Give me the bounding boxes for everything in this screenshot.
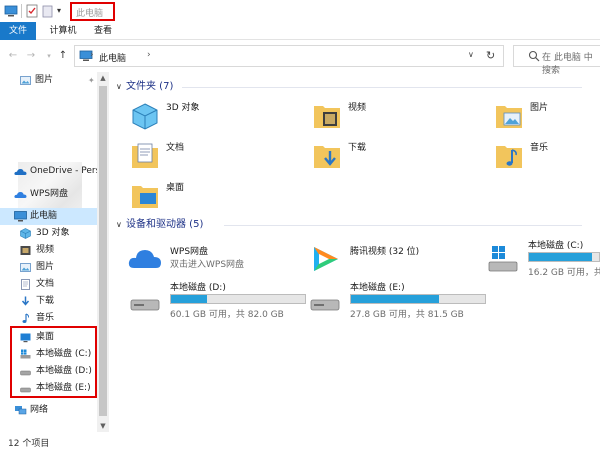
videos-icon xyxy=(20,246,31,255)
tab-computer[interactable]: 计算机 xyxy=(42,22,84,40)
wps-cloud-icon xyxy=(128,250,161,268)
folders-group-header[interactable]: ∨ 文件夹 (7) xyxy=(116,80,173,94)
nav-item-downloads[interactable]: 下载 xyxy=(0,293,97,310)
nav-scrollbar[interactable]: ▲ ▼ xyxy=(97,72,109,432)
drive-e-usage-fill xyxy=(351,295,440,303)
nav-item-wps-cloud[interactable]: WPS网盘 xyxy=(0,186,97,203)
divider xyxy=(182,87,582,88)
scroll-up-icon[interactable]: ▲ xyxy=(97,72,109,84)
pin-icon[interactable]: ✦ xyxy=(88,72,95,89)
drive-d-usage-bar xyxy=(170,294,306,304)
downloads-icon xyxy=(21,296,30,306)
tencent-video-icon xyxy=(314,247,338,271)
back-arrow-icon[interactable]: ← xyxy=(6,49,20,63)
folder-pictures[interactable]: 图片 xyxy=(488,98,600,134)
new-folder-icon[interactable] xyxy=(42,4,53,18)
nav-item-this-pc[interactable]: 此电脑 xyxy=(0,208,97,225)
this-pc-icon xyxy=(14,211,27,222)
drive-c-usage-bar xyxy=(528,252,600,262)
drive-d-usage-fill xyxy=(171,295,208,303)
computer-icon[interactable] xyxy=(4,4,18,18)
nav-item-documents[interactable]: 文档 xyxy=(0,276,97,293)
drive-icon xyxy=(130,299,160,311)
network-icon xyxy=(15,406,27,415)
nav-item-videos[interactable]: 视频 xyxy=(0,242,97,259)
tab-view[interactable]: 查看 xyxy=(88,22,118,40)
window-title: 此电脑 xyxy=(76,9,104,19)
device-drive-c[interactable]: 本地磁盘 (C:) 16.2 GB 可用，共 5 xyxy=(480,238,600,282)
3d-objects-icon xyxy=(132,103,158,130)
device-tencent-video[interactable]: 腾讯视频 (32 位) xyxy=(302,238,482,282)
videos-icon xyxy=(314,106,340,128)
nav-highlight-box xyxy=(10,326,97,398)
breadcrumb[interactable]: 此电脑 xyxy=(99,51,126,64)
title-bar: ▾ 此电脑 xyxy=(0,0,600,22)
devices-group-header[interactable]: ∨ 设备和驱动器 (5) xyxy=(116,218,203,232)
search-icon xyxy=(528,50,540,62)
documents-icon xyxy=(132,143,158,168)
collapse-chevron-icon[interactable]: ∨ xyxy=(116,218,126,232)
refresh-icon[interactable]: ↻ xyxy=(486,49,495,62)
pictures-icon xyxy=(20,76,31,85)
nav-item-3d-objects[interactable]: 3D 对象 xyxy=(0,225,97,242)
folder-downloads[interactable]: 下载 xyxy=(306,138,476,174)
folder-videos[interactable]: 视频 xyxy=(306,98,476,134)
folder-music[interactable]: 音乐 xyxy=(488,138,600,174)
breadcrumb-chevron-icon[interactable]: › xyxy=(147,50,151,60)
content-pane: ∨ 文件夹 (7) 3D 对象 视频 图片 文档 下载 音乐 桌面 ∨ 设备和驱动器… xyxy=(112,72,600,432)
device-drive-e[interactable]: 本地磁盘 (E:) 27.8 GB 可用，共 81.5 GB xyxy=(302,280,486,324)
address-bar[interactable]: › 此电脑 › ∨ ↻ xyxy=(74,45,504,67)
collapse-chevron-icon[interactable]: ∨ xyxy=(116,80,126,94)
nav-item-onedrive[interactable]: OneDrive - Perso xyxy=(0,163,97,180)
drive-c-usage-fill xyxy=(529,253,592,261)
item-count: 12 个项目 xyxy=(8,439,50,449)
nav-item-network[interactable]: 网络 xyxy=(0,402,97,419)
nav-item-pictures[interactable]: 图片 xyxy=(0,259,97,276)
music-icon xyxy=(496,146,522,168)
divider xyxy=(224,225,582,226)
folder-3d-objects[interactable]: 3D 对象 xyxy=(124,98,294,134)
wps-cloud-icon xyxy=(14,192,27,198)
status-bar: 12 个项目 xyxy=(0,432,600,450)
3d-objects-icon xyxy=(20,228,31,239)
documents-icon xyxy=(21,279,30,290)
divider xyxy=(21,4,22,18)
drive-e-usage-bar xyxy=(350,294,486,304)
music-icon xyxy=(22,313,30,323)
device-wps-cloud[interactable]: WPS网盘 双击进入WPS网盘 xyxy=(122,238,302,282)
folder-desktop[interactable]: 桌面 xyxy=(124,178,294,214)
downloads-icon xyxy=(314,146,340,168)
drive-icon xyxy=(310,299,340,311)
pictures-icon xyxy=(496,106,522,128)
onedrive-icon xyxy=(14,169,27,175)
device-drive-d[interactable]: 本地磁盘 (D:) 60.1 GB 可用，共 82.0 GB xyxy=(122,280,306,324)
breadcrumb-chevron-icon[interactable]: › xyxy=(90,50,94,60)
desktop-icon xyxy=(132,186,158,208)
scroll-thumb[interactable] xyxy=(99,86,107,416)
ribbon: 文件 计算机 查看 xyxy=(0,22,600,40)
address-dropdown-icon[interactable]: ∨ xyxy=(468,50,474,59)
nav-item-pictures-quick[interactable]: 图片 ✦ xyxy=(0,72,97,89)
nav-item-music[interactable]: 音乐 xyxy=(0,310,97,327)
up-arrow-icon[interactable]: ↑ xyxy=(56,49,70,63)
windows-drive-icon xyxy=(488,246,518,272)
properties-icon[interactable] xyxy=(26,4,38,18)
tab-file[interactable]: 文件 xyxy=(0,22,36,40)
pictures-icon xyxy=(20,263,31,272)
recent-chevron-icon[interactable]: ▾ xyxy=(42,49,56,63)
scroll-down-icon[interactable]: ▼ xyxy=(97,420,109,432)
forward-arrow-icon[interactable]: → xyxy=(24,49,38,63)
customize-toolbar-icon[interactable]: ▾ xyxy=(57,4,67,18)
address-row: ← → ▾ ↑ › 此电脑 › ∨ ↻ 在 此电脑 中搜索 xyxy=(0,40,600,76)
folder-documents[interactable]: 文档 xyxy=(124,138,294,174)
